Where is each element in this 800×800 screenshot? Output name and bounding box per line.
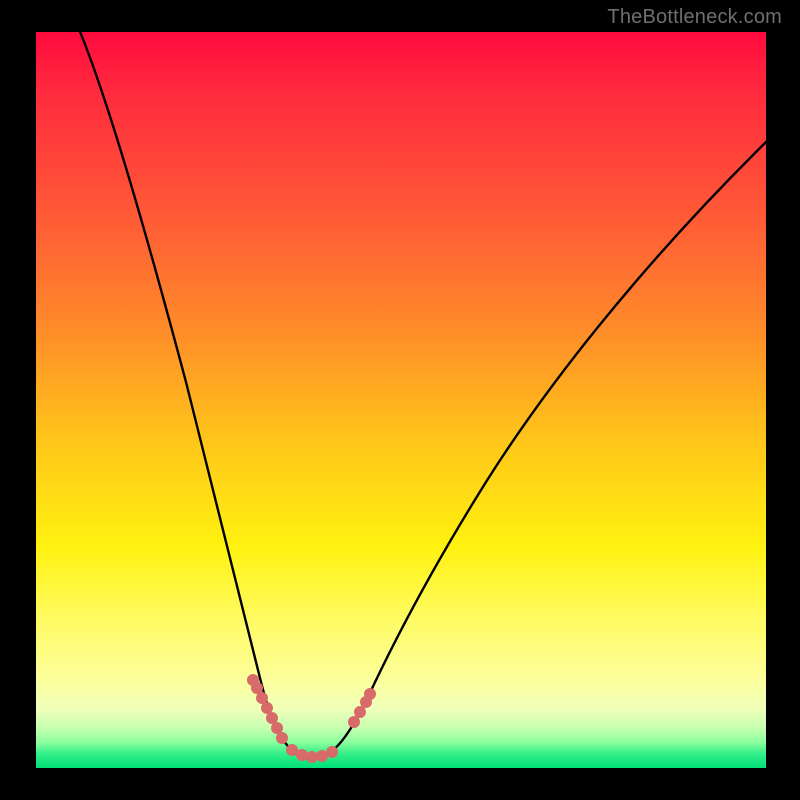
watermark-text: TheBottleneck.com: [607, 6, 782, 29]
plot-area: [36, 32, 766, 768]
accent-dots-left: [247, 674, 288, 744]
accent-dots-trough: [286, 744, 338, 763]
bottleneck-curve: [76, 32, 766, 759]
curve-layer: [36, 32, 766, 768]
chart-frame: TheBottleneck.com: [0, 0, 800, 800]
accent-dots-right: [348, 688, 376, 728]
